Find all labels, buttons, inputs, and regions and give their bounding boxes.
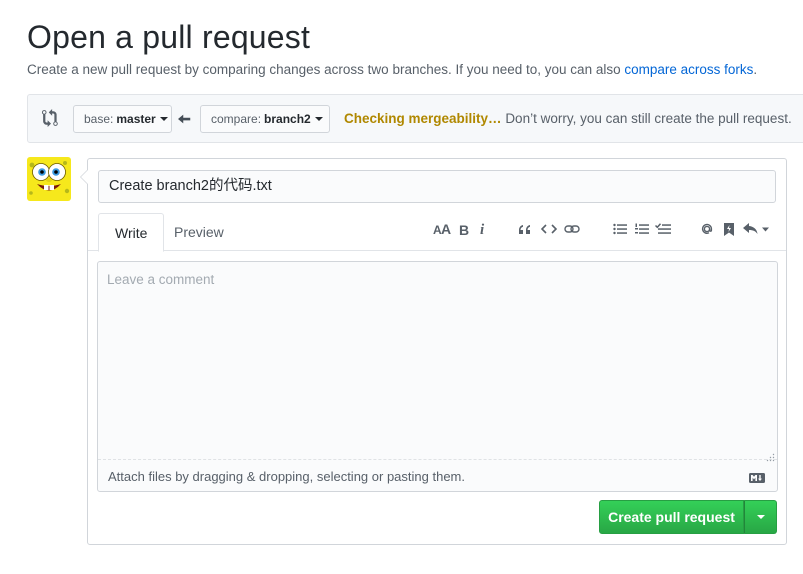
subtitle-text: Create a new pull request by comparing c… — [27, 62, 621, 77]
git-compare-icon — [42, 109, 60, 127]
compare-branch-name: branch2 — [264, 112, 311, 126]
reply-icon[interactable] — [742, 219, 772, 239]
create-pr-options-button[interactable] — [744, 500, 777, 534]
create-pr-button-group: Create pull request — [599, 500, 777, 534]
unordered-list-icon[interactable] — [612, 219, 628, 239]
chevron-down-icon — [159, 117, 168, 121]
task-list-icon[interactable] — [654, 219, 672, 239]
pull-request-form: Create branch2的代码.txt Write Preview AA B… — [80, 158, 787, 545]
mergeability-status: Checking mergeability… Don’t worry, you … — [344, 111, 792, 126]
ordered-list-icon[interactable] — [634, 219, 650, 239]
checking-mergeability: Checking mergeability… — [344, 111, 502, 126]
arrow-left-icon — [178, 112, 192, 126]
base-branch-name: master — [116, 112, 156, 126]
tab-preview[interactable]: Preview — [158, 213, 240, 251]
subtitle-end: . — [753, 62, 758, 77]
base-label: base: — [84, 112, 114, 126]
svg-text:i: i — [480, 222, 485, 236]
markdown-icon[interactable] — [749, 470, 765, 483]
chevron-down-icon — [756, 515, 765, 519]
create-pull-request-button[interactable]: Create pull request — [599, 500, 744, 534]
compare-label: compare: — [211, 112, 262, 126]
attach-files-hint[interactable]: Attach files by dragging & dropping, sel… — [108, 469, 465, 484]
branch-range-bar: base: master compare: branch2 Checking mer… — [27, 94, 803, 143]
avatar[interactable] — [27, 157, 71, 201]
mention-icon[interactable] — [698, 219, 716, 239]
header-icon[interactable]: AA — [432, 219, 452, 239]
comment-textarea[interactable]: Leave a comment — [98, 262, 777, 460]
page-title: Open a pull request — [27, 19, 311, 55]
chevron-down-icon — [314, 117, 323, 121]
saved-reply-icon[interactable] — [722, 219, 736, 239]
quote-icon[interactable] — [516, 219, 532, 239]
resize-handle-icon[interactable] — [766, 449, 775, 462]
status-message: Don’t worry, you can still create the pu… — [505, 111, 792, 126]
pr-title-input[interactable]: Create branch2的代码.txt — [98, 170, 776, 203]
svg-text:B: B — [459, 223, 469, 236]
code-icon[interactable] — [540, 219, 558, 239]
page-subtitle: Create a new pull request by comparing c… — [27, 62, 757, 77]
base-branch-select[interactable]: base: master — [73, 105, 172, 133]
bold-icon[interactable]: B — [457, 219, 471, 239]
compare-branch-select[interactable]: compare: branch2 — [200, 105, 330, 133]
tab-write[interactable]: Write — [98, 213, 165, 252]
svg-text:A: A — [441, 223, 451, 235]
comment-editor: Leave a comment Attach files by dragging… — [97, 261, 778, 492]
link-icon[interactable] — [563, 219, 581, 239]
compare-across-forks-link[interactable]: compare across forks — [624, 62, 753, 77]
italic-icon[interactable]: i — [478, 219, 488, 239]
